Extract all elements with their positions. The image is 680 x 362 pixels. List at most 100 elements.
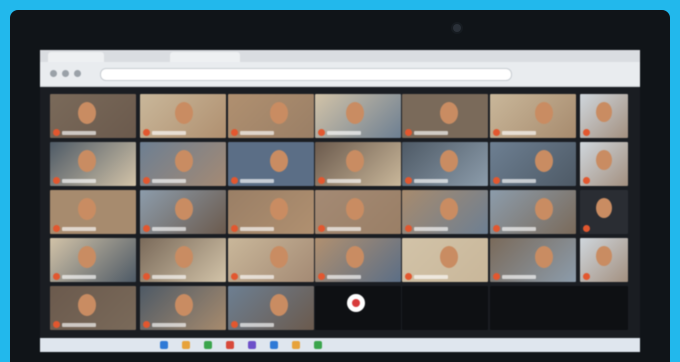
browser-tab[interactable] [170,52,240,62]
participant-face [270,246,288,268]
participant-name-label [414,179,449,183]
participant-name-label [327,131,362,135]
participant-tile[interactable] [402,286,488,330]
participant-tile[interactable] [228,238,314,282]
participant-tile[interactable] [580,94,628,138]
participant-name-label [502,131,537,135]
address-bar[interactable] [100,68,512,81]
participant-face [78,150,96,172]
participant-tile[interactable] [490,286,628,330]
participant-tile[interactable] [490,190,576,234]
participant-face [596,102,612,122]
participant-face [78,294,96,316]
participant-badge-icon [143,225,150,232]
participant-tile[interactable] [580,190,628,234]
participant-face [440,102,458,124]
taskbar-app-icon[interactable] [204,341,212,349]
participant-face [440,150,458,172]
participant-badge-icon [231,177,238,184]
participant-badge-icon [318,273,325,280]
participant-badge-icon [53,273,60,280]
participant-tile[interactable] [402,94,488,138]
participant-face [346,102,364,124]
participant-tile[interactable] [228,286,314,330]
participant-tile[interactable] [315,190,401,234]
participant-tile[interactable] [580,238,628,282]
taskbar-app-icon[interactable] [314,341,322,349]
participant-badge-icon [405,273,412,280]
participant-name-label [327,179,362,183]
participant-tile[interactable] [580,142,628,186]
participant-name-label [62,227,97,231]
participant-face [175,294,193,316]
participant-tile[interactable] [50,94,136,138]
participant-tile[interactable] [315,286,401,330]
participant-badge-icon [231,321,238,328]
participant-name-label [240,227,275,231]
participant-badge-icon [405,129,412,136]
participant-face [270,294,288,316]
participant-badge-icon [583,225,590,232]
participant-tile[interactable] [140,238,226,282]
taskbar [40,338,640,352]
back-icon[interactable] [50,70,57,77]
participant-badge-icon [493,225,500,232]
participant-tile[interactable] [140,94,226,138]
participant-tile[interactable] [140,142,226,186]
participant-tile[interactable] [315,94,401,138]
participant-name-label [502,275,537,279]
participant-tile[interactable] [490,238,576,282]
taskbar-app-icon[interactable] [160,341,168,349]
participant-tile[interactable] [315,238,401,282]
participant-badge-icon [231,273,238,280]
participant-badge-icon [53,129,60,136]
participant-tile[interactable] [228,94,314,138]
webcam-icon [453,24,461,32]
participant-name-label [62,275,97,279]
participant-badge-icon [583,129,590,136]
forward-icon[interactable] [62,70,69,77]
participant-name-label [152,275,187,279]
participant-face [440,198,458,220]
participant-tile[interactable] [50,190,136,234]
participant-badge-icon [231,129,238,136]
participant-tile[interactable] [402,238,488,282]
taskbar-app-icon[interactable] [270,341,278,349]
reload-icon[interactable] [74,70,81,77]
participant-name-label [152,323,187,327]
participant-face [440,246,458,268]
participant-tile[interactable] [228,142,314,186]
participant-badge-icon [143,177,150,184]
participant-tile[interactable] [490,142,576,186]
taskbar-app-icon[interactable] [226,341,234,349]
participant-tile[interactable] [402,190,488,234]
participant-tile[interactable] [50,286,136,330]
participant-badge-icon [583,273,590,280]
tab-strip [40,50,640,62]
participant-face [270,102,288,124]
participant-badge-icon [318,225,325,232]
participant-tile[interactable] [50,142,136,186]
participant-tile[interactable] [490,94,576,138]
participant-name-label [327,227,362,231]
participant-badge-icon [53,321,60,328]
participant-name-label [414,131,449,135]
participant-tile[interactable] [140,190,226,234]
participant-tile[interactable] [315,142,401,186]
participant-name-label [152,131,187,135]
browser-tab[interactable] [48,52,104,62]
taskbar-app-icon[interactable] [292,341,300,349]
participant-tile[interactable] [228,190,314,234]
participant-face [270,150,288,172]
participant-tile[interactable] [140,286,226,330]
participant-face [78,102,96,124]
participant-name-label [240,275,275,279]
participant-face [270,198,288,220]
participant-name-label [152,179,187,183]
participant-tile[interactable] [50,238,136,282]
participant-badge-icon [493,129,500,136]
taskbar-app-icon[interactable] [182,341,190,349]
participant-badge-icon [231,225,238,232]
participant-tile[interactable] [402,142,488,186]
taskbar-app-icon[interactable] [248,341,256,349]
